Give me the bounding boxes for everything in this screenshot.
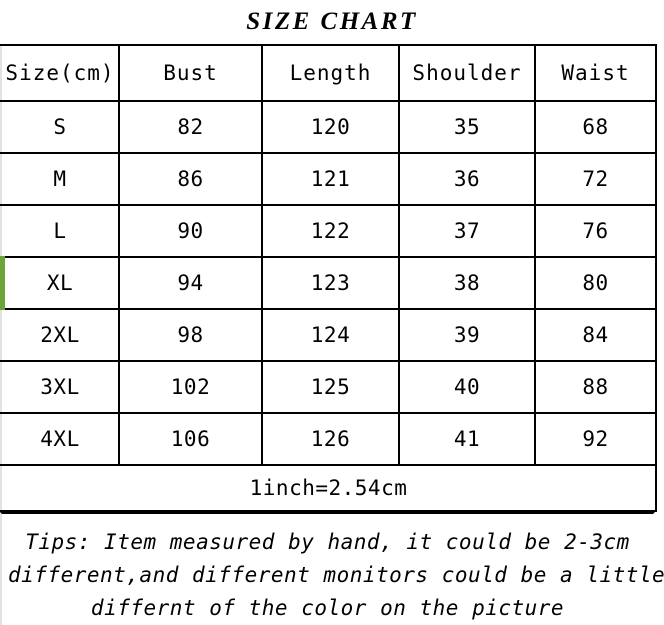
cell-length: 124	[261, 308, 400, 362]
table-row: 3XL 102 125 40 88	[0, 360, 657, 414]
cell-waist: 76	[534, 204, 657, 258]
column-header-shoulder: Shoulder	[398, 44, 536, 102]
cell-shoulder: 41	[398, 412, 536, 466]
cell-size: S	[0, 100, 120, 154]
cell-bust: 102	[118, 360, 263, 414]
cell-waist: 92	[534, 412, 657, 466]
cell-shoulder: 38	[398, 256, 536, 310]
cell-shoulder: 39	[398, 308, 536, 362]
cell-waist: 88	[534, 360, 657, 414]
table-row: L 90 122 37 76	[0, 204, 657, 258]
tips-line-3: differnt of the color on the picture	[90, 596, 565, 620]
cell-shoulder: 36	[398, 152, 536, 206]
cell-bust: 82	[118, 100, 263, 154]
cell-size: 4XL	[0, 412, 120, 466]
cell-waist: 72	[534, 152, 657, 206]
cell-bust: 98	[118, 308, 263, 362]
size-chart-page: SIZE CHART Size(cm) Bust Length Shoulder…	[0, 0, 664, 625]
cell-shoulder: 35	[398, 100, 536, 154]
tips-block: Tips: Item measured by hand, it could be…	[0, 512, 664, 625]
column-header-waist: Waist	[534, 44, 657, 102]
tips-line-2: different,and different monitors could b…	[8, 563, 664, 587]
cell-bust: 90	[118, 204, 263, 258]
cell-bust: 86	[118, 152, 263, 206]
unit-conversion-note: 1inch=2.54cm	[0, 464, 657, 512]
tips-line-1: Tips: Item measured by hand, it could be…	[25, 530, 630, 554]
cell-size: 2XL	[0, 308, 120, 362]
table-header-row: Size(cm) Bust Length Shoulder Waist	[0, 44, 657, 102]
size-chart-table: Size(cm) Bust Length Shoulder Waist S 82…	[0, 44, 657, 512]
page-title: SIZE CHART	[246, 8, 418, 35]
cell-length: 126	[261, 412, 400, 466]
row-highlight-accent-bar	[0, 256, 5, 310]
cell-waist: 80	[534, 256, 657, 310]
cell-size: XL	[0, 256, 120, 310]
table-row-highlighted: XL 94 123 38 80	[0, 256, 657, 310]
cell-shoulder: 37	[398, 204, 536, 258]
table-row: 2XL 98 124 39 84	[0, 308, 657, 362]
cell-waist: 68	[534, 100, 657, 154]
cell-size: L	[0, 204, 120, 258]
cell-length: 123	[261, 256, 400, 310]
column-header-size: Size(cm)	[0, 44, 120, 102]
conversion-row: 1inch=2.54cm	[0, 464, 657, 512]
table-row: M 86 121 36 72	[0, 152, 657, 206]
cell-length: 122	[261, 204, 400, 258]
cell-size: 3XL	[0, 360, 120, 414]
cell-shoulder: 40	[398, 360, 536, 414]
cell-length: 120	[261, 100, 400, 154]
cell-length: 121	[261, 152, 400, 206]
table-row: 4XL 106 126 41 92	[0, 412, 657, 466]
cell-bust: 94	[118, 256, 263, 310]
cell-waist: 84	[534, 308, 657, 362]
cell-bust: 106	[118, 412, 263, 466]
chart-title-bar: SIZE CHART	[0, 0, 664, 44]
cell-size: M	[0, 152, 120, 206]
column-header-bust: Bust	[118, 44, 263, 102]
cell-length: 125	[261, 360, 400, 414]
column-header-length: Length	[261, 44, 400, 102]
table-row: S 82 120 35 68	[0, 100, 657, 154]
